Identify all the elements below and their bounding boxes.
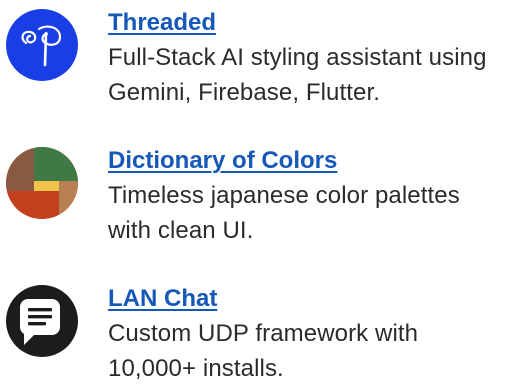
project-description: Timeless japanese color palettes with cl… [108,182,460,244]
color-palette-icon [6,147,78,219]
project-list: Threaded Full-Stack AI styling assistant… [0,0,505,392]
project-description: Full-Stack AI styling assistant using Ge… [108,44,487,106]
project-title-link[interactable]: LAN Chat [108,284,217,314]
project-description: Custom UDP framework with 10,000+ instal… [108,320,419,382]
chat-bubble-icon [6,285,78,357]
threaded-logo-icon [6,9,78,81]
project-title-link[interactable]: Dictionary of Colors [108,146,337,176]
project-title-link[interactable]: Threaded [108,8,216,38]
